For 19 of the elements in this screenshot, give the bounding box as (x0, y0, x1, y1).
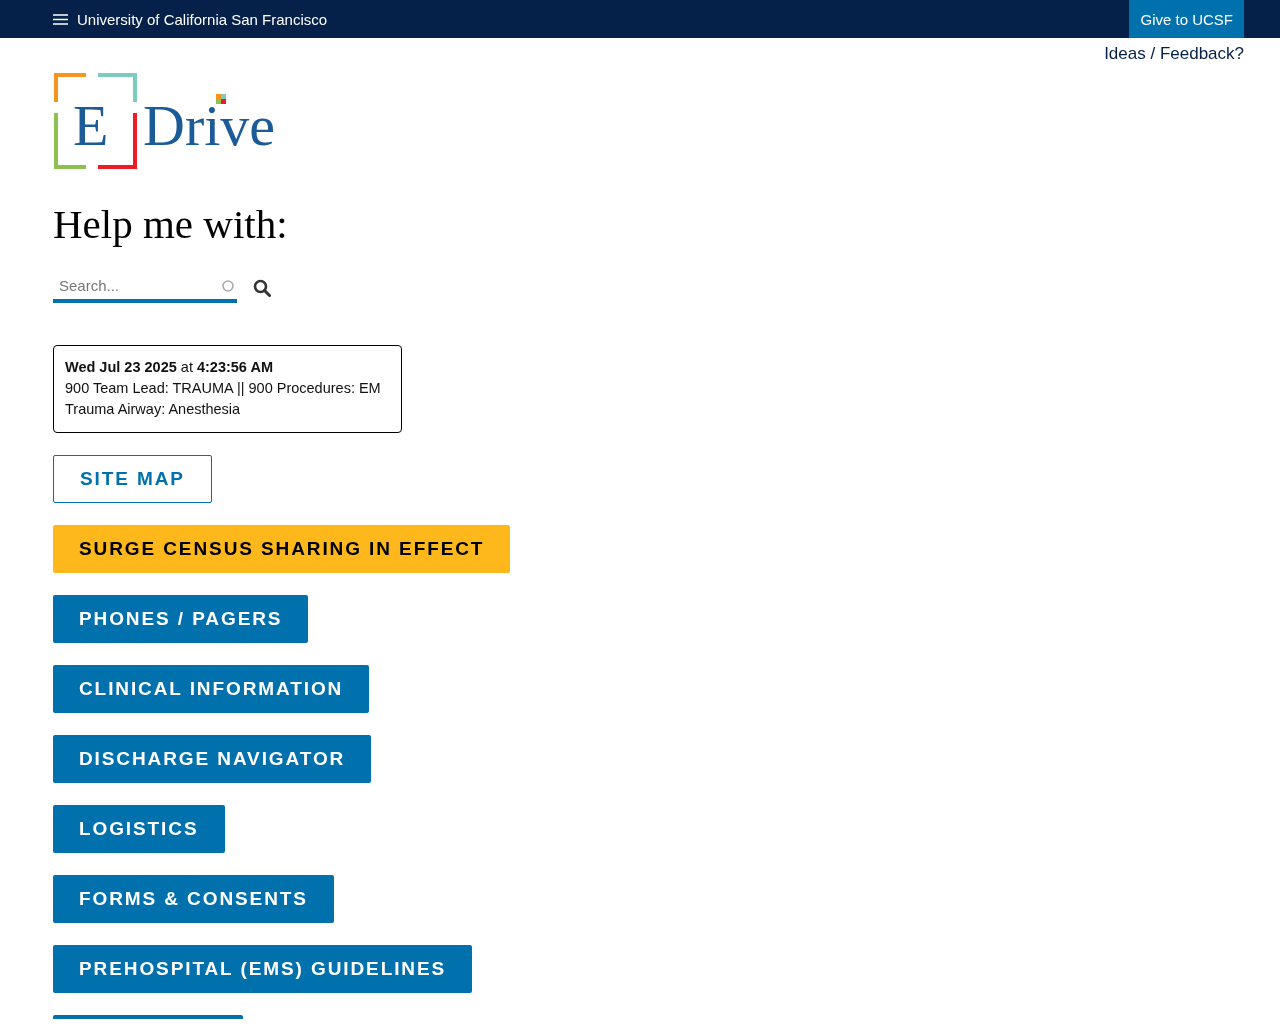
page-heading: Help me with: (53, 200, 289, 248)
feedback-link[interactable]: Ideas / Feedback? (1104, 44, 1244, 64)
nav-button[interactable]: FORMS & CONSENTS (53, 875, 334, 923)
site-title[interactable]: University of California San Francisco (77, 10, 328, 28)
nav-button[interactable]: PREHOSPITAL (EMS) GUIDELINES (53, 945, 473, 993)
give-button[interactable]: Give to UCSF (1129, 0, 1244, 38)
edrive-logo[interactable]: E Drive (53, 72, 295, 170)
nav-button[interactable]: SITE MAP (53, 455, 212, 503)
search-icon[interactable] (253, 278, 271, 297)
spinner-icon (222, 280, 234, 292)
nav-button[interactable]: LOGISTICS (53, 805, 225, 853)
nav-button[interactable]: PHONES / PAGERS (53, 595, 309, 643)
notice-line: 900 Team Lead: TRAUMA || 900 Procedures: EM (65, 379, 382, 398)
nav-button[interactable]: CLINICAL INFORMATION (53, 665, 370, 713)
notice-timestamp: Wed Jul 23 2025 at 4:23:56 AM (65, 358, 274, 377)
menu-icon[interactable] (53, 13, 68, 25)
notice-line: Trauma Airway: Anesthesia (65, 400, 242, 419)
nav-button[interactable]: SURGE CENSUS SHARING IN EFFECT (53, 525, 511, 573)
nav-button[interactable]: DISCHARGE NAVIGATOR (53, 735, 372, 783)
